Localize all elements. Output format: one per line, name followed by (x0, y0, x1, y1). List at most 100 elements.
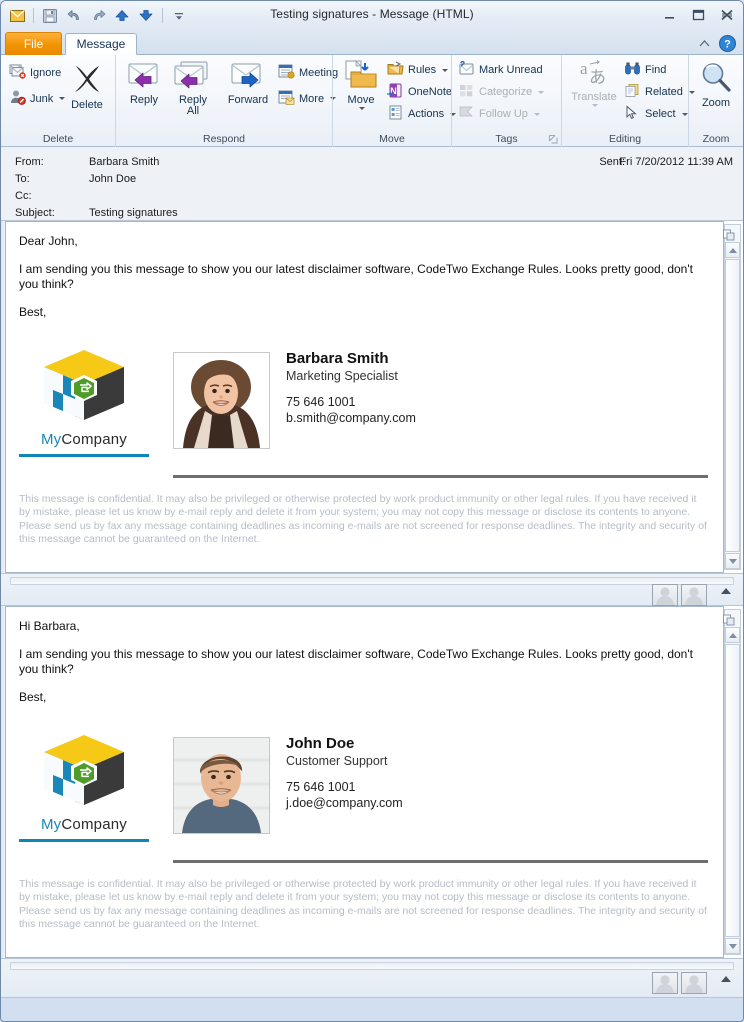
chevron-down-icon[interactable] (538, 90, 545, 94)
more-button[interactable]: More (278, 89, 337, 108)
chevron-down-icon[interactable] (681, 112, 688, 116)
meeting-button[interactable]: Meeting (278, 63, 338, 82)
actions-label: Actions (408, 108, 445, 120)
triangle-down-icon (728, 943, 737, 949)
scroll-up-button[interactable] (725, 627, 740, 643)
close-button[interactable] (717, 6, 737, 24)
minimize-ribbon-icon[interactable] (698, 38, 711, 52)
chevron-down-icon[interactable] (592, 104, 598, 107)
find-button[interactable]: Find (624, 61, 666, 79)
rules-label: Rules (408, 64, 437, 76)
signature-email-bottom[interactable]: j.doe@company.com (286, 795, 403, 811)
chevron-up-icon (721, 976, 731, 982)
ribbon-group-zoom-label: Zoom (702, 133, 730, 145)
delete-button[interactable]: Delete (63, 61, 111, 111)
scrollbar-bottom[interactable] (723, 609, 741, 955)
portrait-photo-bottom (173, 737, 270, 834)
chevron-down-icon[interactable] (359, 107, 365, 110)
mycompany-cube-icon (44, 350, 124, 420)
contact-avatar[interactable] (681, 584, 707, 606)
closing-text-top: Best, (19, 305, 47, 319)
ribbon-group-respond: Reply Reply All Forward Meeting More Res… (115, 55, 338, 147)
signature-phone-bottom: 75 646 1001 (286, 780, 356, 794)
scroll-down-button[interactable] (725, 938, 740, 954)
company-name-top: MyCompany (19, 431, 149, 448)
mark-unread-button[interactable]: Mark Unread (458, 60, 543, 79)
ribbon-group-editing-label: Editing (608, 133, 642, 145)
message-body-top[interactable]: Dear John, I am sending you this message… (8, 224, 721, 570)
minimize-button[interactable] (659, 6, 679, 24)
ignore-button[interactable]: Ignore (9, 63, 61, 82)
scroll-down-button[interactable] (725, 553, 740, 569)
company-logo-bottom: MyCompany (19, 733, 149, 842)
move-button[interactable]: Move (337, 60, 385, 110)
logo-underline-bottom (19, 839, 149, 842)
translate-icon: a あ (576, 59, 612, 90)
rules-button[interactable]: Rules (387, 61, 449, 79)
expand-people-pane-button[interactable] (721, 588, 731, 594)
onenote-button[interactable]: N OneNote (387, 83, 452, 101)
contact-avatar[interactable] (681, 972, 707, 994)
svg-text:?: ? (724, 38, 731, 50)
rules-icon (387, 61, 404, 79)
ribbon-group-tags: Mark Unread Categorize Follow Up Tags (451, 55, 561, 147)
maximize-button[interactable] (688, 6, 708, 24)
related-button[interactable]: Related (624, 83, 695, 101)
categorize-icon (458, 83, 475, 101)
reply-button[interactable]: Reply (122, 60, 166, 106)
categorize-button[interactable]: Categorize (458, 83, 545, 101)
people-pane-splitter-bottom[interactable] (10, 962, 734, 970)
expand-people-pane-button-bottom[interactable] (721, 976, 731, 982)
scroll-thumb[interactable] (725, 644, 740, 937)
disclaimer-text-top: This message is confidential. It may als… (19, 493, 707, 546)
signature-divider-top (173, 475, 708, 478)
zoom-label: Zoom (701, 97, 731, 109)
follow-up-flag-icon (458, 105, 475, 123)
people-pane-avatars-top (652, 584, 707, 606)
to-value[interactable]: John Doe (89, 173, 136, 185)
scrollbar-top[interactable] (723, 224, 741, 570)
contact-avatar[interactable] (652, 972, 678, 994)
tab-strip-right-controls: ? (698, 35, 736, 55)
subject-value[interactable]: Testing signatures (89, 207, 178, 219)
disclaimer-text-bottom: This message is confidential. It may als… (19, 878, 707, 931)
junk-button[interactable]: Junk (9, 89, 66, 108)
forward-button[interactable]: Forward (220, 60, 276, 106)
translate-button[interactable]: a あ Translate (566, 59, 622, 107)
signature-text-top: Barbara Smith Marketing Specialist 75 64… (286, 350, 416, 426)
actions-button[interactable]: Actions (387, 105, 457, 123)
ribbon-group-zoom: Zoom Zoom (688, 55, 743, 147)
body-paragraph-bottom: I am sending you this message to show yo… (19, 647, 693, 676)
from-value[interactable]: Barbara Smith (89, 156, 159, 168)
related-label: Related (645, 86, 683, 98)
select-button[interactable]: Select (624, 105, 688, 123)
chevron-down-icon[interactable] (442, 68, 449, 72)
tab-file[interactable]: File (5, 32, 62, 55)
signature-role-top: Marketing Specialist (286, 369, 398, 383)
message-body-bottom[interactable]: Hi Barbara, I am sending you this messag… (8, 609, 721, 955)
chevron-down-icon[interactable] (533, 112, 540, 116)
follow-up-button[interactable]: Follow Up (458, 105, 540, 123)
scroll-up-button[interactable] (725, 242, 740, 258)
from-label: From: (15, 156, 44, 168)
help-icon[interactable]: ? (719, 35, 736, 55)
company-name-suffix-bottom: Company (61, 816, 127, 833)
people-pane-bar-top (1, 573, 743, 606)
logo-underline-top (19, 454, 149, 457)
reply-all-button[interactable]: Reply All (168, 60, 218, 117)
zoom-button[interactable]: Zoom (692, 61, 740, 109)
chevron-up-icon (721, 588, 731, 594)
ribbon-group-respond-label: Respond (202, 133, 246, 145)
select-label: Select (645, 108, 676, 120)
triangle-up-icon (728, 247, 737, 253)
signature-role-bottom: Customer Support (286, 754, 388, 768)
select-cursor-icon (624, 105, 641, 123)
people-pane-splitter[interactable] (10, 577, 734, 585)
signature-email-top[interactable]: b.smith@company.com (286, 410, 416, 426)
tab-message[interactable]: Message (65, 33, 137, 55)
delete-x-icon (70, 61, 104, 98)
contact-avatar[interactable] (652, 584, 678, 606)
ribbon: Ignore Junk Delete Delete Reply Reply Al… (1, 55, 743, 147)
reply-all-icon (173, 60, 213, 93)
scroll-thumb[interactable] (725, 259, 740, 552)
